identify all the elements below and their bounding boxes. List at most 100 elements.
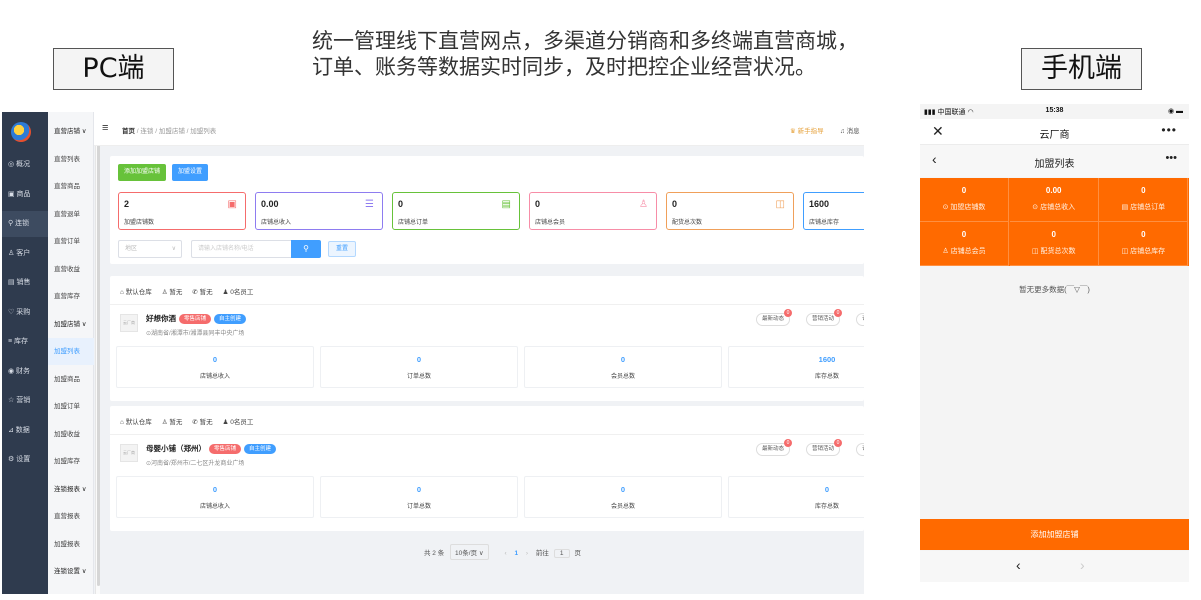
store-stat-value[interactable]: 0 [525, 485, 721, 494]
sidebar-item[interactable]: ⊿ 数据 [2, 418, 48, 444]
subnav-item[interactable]: 连锁设置 ∨ [48, 558, 94, 585]
page-more-icon[interactable]: ••• [1165, 152, 1177, 164]
stat-icon: ☰ [365, 199, 374, 210]
guide-link[interactable]: ♛ 新手指导 [790, 125, 824, 135]
status-bar: ▮▮▮ 中国联通 ◠ 15:38 ◉ ▬ [920, 104, 1189, 118]
stat-icon: ▤ [501, 199, 511, 210]
subnav-item[interactable]: 直营报表 [48, 503, 94, 530]
stat-label: 加盟店铺数 [124, 220, 155, 226]
stat-card: 0 店铺总会员 ♙ [529, 192, 657, 230]
sidebar-item[interactable]: ▣ 商品 [2, 182, 48, 208]
stat-label: 店铺总订单 [398, 220, 429, 226]
subnav-item[interactable]: 直营订单 [48, 228, 94, 255]
sidebar-item[interactable]: ◎ 概况 [2, 152, 48, 178]
subnav-item[interactable]: 加盟店铺 ∨ [48, 311, 94, 338]
store-action-button[interactable]: 营销活动 0 [806, 309, 843, 326]
main-content: ≡ 首页 / 连锁 / 加盟店铺 / 加盟列表 ♛ 新手指导 ♫ 消息 添加加盟… [94, 112, 864, 594]
mobile-add-franchise-button[interactable]: 添加加盟店铺 [920, 519, 1189, 550]
store-action-label: 订货 [862, 316, 864, 322]
battery-icon: ◉ ▬ [1167, 108, 1183, 115]
sidebar-item[interactable]: ◉ 财务 [2, 359, 48, 385]
current-page[interactable]: 1 [514, 550, 518, 557]
sidebar-item[interactable]: ♙ 客户 [2, 241, 48, 267]
sidebar-item[interactable]: ▤ 销售 [2, 270, 48, 296]
store-type-badge: 零售店铺 [179, 314, 212, 324]
subnav-item[interactable]: 加盟订单 [48, 393, 94, 420]
mobile-label: 手机端 [1021, 48, 1142, 90]
mobile-stat-value: 0 [961, 186, 967, 195]
mobile-stat-cell[interactable]: 0 ◫ 店铺总库存 [1099, 222, 1189, 266]
prev-page-button[interactable]: ‹ [504, 550, 506, 557]
stat-label: 店铺总收入 [261, 220, 292, 226]
goto-page-input[interactable]: 1 [553, 549, 570, 558]
clock: 15:38 [1045, 107, 1064, 114]
store-action-button[interactable]: 订货 [856, 443, 864, 456]
subnav-item[interactable]: 连锁报表 ∨ [48, 476, 94, 503]
mobile-window: ▮▮▮ 中国联通 ◠ 15:38 ◉ ▬ ✕ 云厂商 ••• ‹ 加盟列表 ••… [920, 104, 1189, 582]
store-name[interactable]: 好想你酒 零售店铺 自主创建 [146, 313, 247, 324]
mobile-stat-label: ♙ 店铺总会员 [942, 248, 986, 255]
subnav-item[interactable]: 直营收益 [48, 256, 94, 283]
store-action-button[interactable]: 营销活动 0 [806, 439, 843, 456]
subnav-item[interactable]: 直营商品 [48, 173, 94, 200]
subnav-item[interactable]: 加盟库存 [48, 448, 94, 475]
more-icon[interactable]: ••• [1161, 123, 1177, 137]
breadcrumb-path[interactable]: / 连锁 / 加盟店铺 / 加盟列表 [135, 128, 216, 135]
mobile-stat-cell[interactable]: 0 ◫ 配货总次数 [1009, 222, 1099, 266]
subnav-item[interactable]: 加盟列表 [48, 338, 94, 365]
browser-forward-icon[interactable]: › [1080, 557, 1085, 573]
subnav-item[interactable]: 直营库存 [48, 283, 94, 310]
region-select[interactable]: 地区 ∨ [118, 240, 182, 258]
subnav-item[interactable]: 直营列表 [48, 146, 94, 173]
stat-card: 0.00 店铺总收入 ☰ [255, 192, 383, 230]
store-meta: ⌂ 默认仓库 ♙ 暂无 ✆ 暂无 ♟ 0名员工 [120, 286, 263, 296]
menu-toggle-icon[interactable]: ≡ [102, 123, 108, 134]
store-stat-value[interactable]: 0 [117, 485, 313, 494]
page-size-select[interactable]: 10条/页 ∨ [450, 544, 489, 560]
sidebar-item[interactable]: ⚲ 连锁 [2, 211, 48, 237]
browser-back-icon[interactable]: ‹ [1016, 557, 1021, 573]
store-stat-label: 库存总数 [814, 374, 839, 380]
search-button[interactable]: ⚲ [291, 240, 321, 258]
sidebar-item[interactable]: ≡ 库存 [2, 329, 48, 355]
search-input[interactable]: 请输入店铺名称/电话 [191, 240, 291, 258]
sidebar-item[interactable]: ☆ 营销 [2, 388, 48, 414]
chevron-down-icon: ∨ [171, 246, 176, 252]
next-page-button[interactable]: › [526, 550, 528, 557]
store-action-button[interactable]: 订货 [856, 313, 864, 326]
store-meta-item: ♙ 暂无 [161, 419, 183, 426]
breadcrumb-home[interactable]: 首页 [122, 128, 135, 135]
mobile-stat-cell[interactable]: 0 ♙ 店铺总会员 [920, 222, 1009, 266]
store-stat-value[interactable]: 0 [321, 485, 517, 494]
subnav-item[interactable]: 加盟报表 [48, 531, 94, 558]
store-stat-value[interactable]: 0 [117, 355, 313, 364]
subnav-item[interactable]: 直营店铺 ∨ [48, 118, 94, 145]
mobile-stat-cell[interactable]: 0 ⊙ 加盟店铺数 [920, 178, 1009, 222]
store-action-button[interactable]: 最新动态 0 [756, 309, 793, 326]
mobile-stat-cell[interactable]: 0 ▤ 店铺总订单 [1099, 178, 1189, 222]
store-action-button[interactable]: 最新动态 0 [756, 439, 793, 456]
subnav-item[interactable]: 加盟商品 [48, 366, 94, 393]
franchise-settings-button[interactable]: 加盟设置 [172, 164, 209, 181]
reset-button[interactable]: 重置 [328, 241, 356, 257]
subnav-item[interactable]: 加盟收益 [48, 421, 94, 448]
stat-card: 0 配货总次数 ◫ [666, 192, 794, 230]
sidebar-item[interactable]: ⚙ 设置 [2, 447, 48, 473]
subnav-item[interactable]: 直营退单 [48, 201, 94, 228]
store-card: ⌂ 默认仓库 ♙ 暂无 ✆ 暂无 ♟ 0名员工 云厂商 好想你酒 零售店铺 自主创建 ⊙湖南省/… [110, 276, 864, 401]
page-unit: 页 [574, 550, 582, 557]
mobile-stat-value: 0 [1141, 230, 1146, 239]
store-stats: 0 店铺总收入 0 订单总数 0 会员总数 1600 库存总数 [116, 346, 864, 388]
add-franchise-button[interactable]: 添加加盟店铺 [118, 164, 167, 181]
stat-icon: ▣ [227, 199, 237, 210]
mobile-stat-cell[interactable]: 0.00 ⊙ 店铺总收入 [1009, 178, 1099, 222]
store-stat-value[interactable]: 1600 [729, 355, 864, 364]
store-name[interactable]: 母婴小铺（郑州） 零售店铺 自主创建 [146, 443, 277, 454]
store-stat-value[interactable]: 0 [321, 355, 517, 364]
store-stat-value[interactable]: 0 [525, 355, 721, 364]
store-stat-value[interactable]: 0 [729, 485, 864, 494]
sidebar-item[interactable]: ♡ 采购 [2, 300, 48, 326]
message-link[interactable]: ♫ 消息 [840, 125, 860, 135]
store-stats: 0 店铺总收入 0 订单总数 0 会员总数 0 库存总数 [116, 476, 864, 518]
store-stat-cell: 0 店铺总收入 [116, 476, 314, 518]
